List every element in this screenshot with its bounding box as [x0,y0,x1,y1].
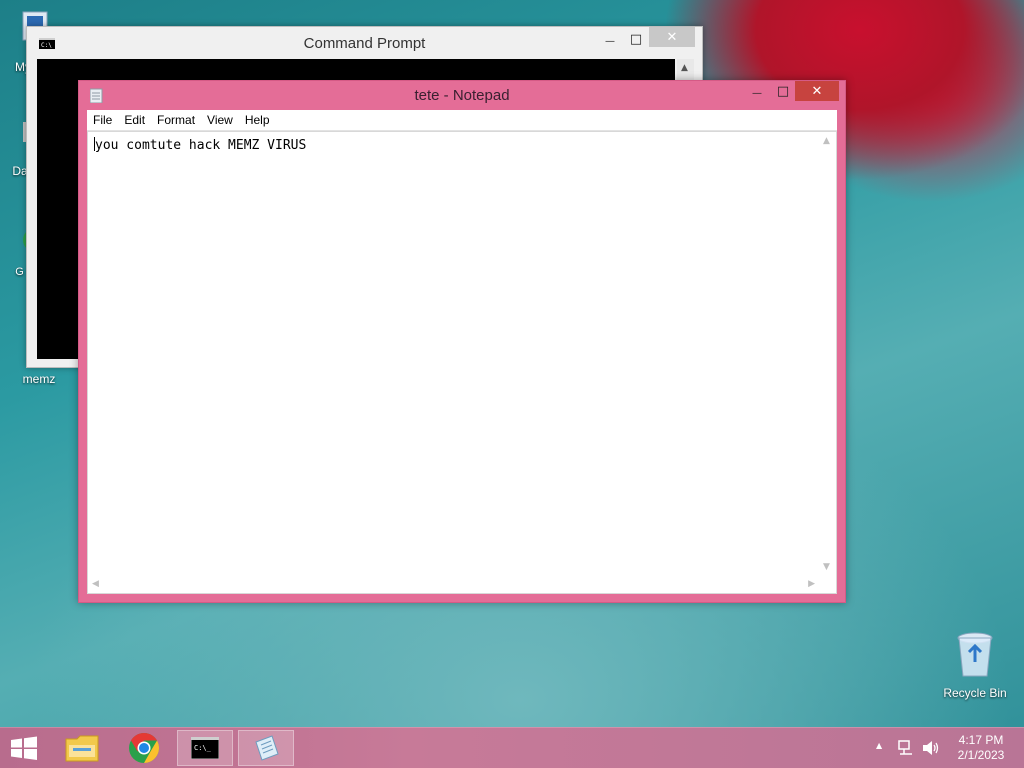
desktop-icon-label: memz [22,372,56,386]
document-text: you comtute hack MEMZ VIRUS [95,138,307,153]
window-titlebar[interactable]: C:\ Command Prompt — □ ✕ [27,27,702,59]
scroll-right-icon[interactable]: ▶ [808,579,815,589]
taskbar-command-prompt[interactable]: C:\_ [177,730,233,766]
clock[interactable]: 4:17 PM 2/1/2023 [946,733,1016,763]
tray-overflow-icon[interactable]: ▲ [876,741,882,750]
menu-edit[interactable]: Edit [118,110,151,130]
volume-icon[interactable] [922,740,940,756]
cmd-icon: C:\_ [191,737,219,759]
taskbar-chrome[interactable] [116,730,172,766]
scroll-up-icon[interactable]: ▲ [823,136,830,146]
minimize-button[interactable]: — [747,83,767,103]
scroll-left-icon[interactable]: ◀ [92,579,99,589]
maximize-icon: □ [629,31,643,47]
scroll-down-icon[interactable]: ▼ [823,562,830,572]
taskbar-notepad[interactable] [238,730,294,766]
taskbar-file-explorer[interactable] [54,730,110,766]
menu-view[interactable]: View [201,110,239,130]
notepad-window[interactable]: tete - Notepad — □ ✕ File Edit Format Vi… [78,80,846,603]
chrome-icon [129,733,160,763]
close-icon: ✕ [666,29,678,45]
menu-format[interactable]: Format [151,110,201,130]
desktop-icon-recycle-bin[interactable]: Recycle Bin [938,628,1012,700]
desktop-icon-label: Recycle Bin [943,686,1007,700]
recycle-bin-icon [957,632,993,677]
close-icon: ✕ [811,83,823,99]
svg-text:C:\_: C:\_ [194,744,212,752]
menu-bar: File Edit Format View Help [87,110,837,131]
scroll-up-icon[interactable]: ▲ [681,63,688,73]
clock-date: 2/1/2023 [957,748,1005,762]
windows-logo-icon [11,736,37,760]
maximize-button[interactable]: □ [773,81,793,101]
clock-time: 4:17 PM [958,733,1004,747]
minimize-icon: — [752,87,762,99]
minimize-button[interactable]: — [601,31,619,51]
close-button[interactable]: ✕ [649,27,695,47]
horizontal-scrollbar[interactable]: ◀ ▶ [88,576,819,593]
window-title: tete - Notepad [414,87,510,104]
minimize-icon: — [605,35,615,47]
taskbar: C:\_ ▲ 4:17 PM 2/1/2023 [0,727,1024,768]
notepad-icon [255,735,279,761]
folder-icon [65,735,99,762]
window-titlebar[interactable]: tete - Notepad — □ ✕ [79,81,845,109]
vertical-scrollbar[interactable]: ▲ ▼ [819,132,836,576]
start-button[interactable] [0,730,48,766]
menu-file[interactable]: File [87,110,118,130]
text-editor-area[interactable]: you comtute hack MEMZ VIRUS ▲ ▼ ◀ ▶ [87,131,837,594]
maximize-button[interactable]: □ [627,29,645,49]
close-button[interactable]: ✕ [795,81,839,101]
editor-content[interactable]: you comtute hack MEMZ VIRUS [94,137,306,153]
network-icon[interactable] [898,740,914,756]
maximize-icon: □ [776,83,790,99]
menu-help[interactable]: Help [239,110,276,130]
